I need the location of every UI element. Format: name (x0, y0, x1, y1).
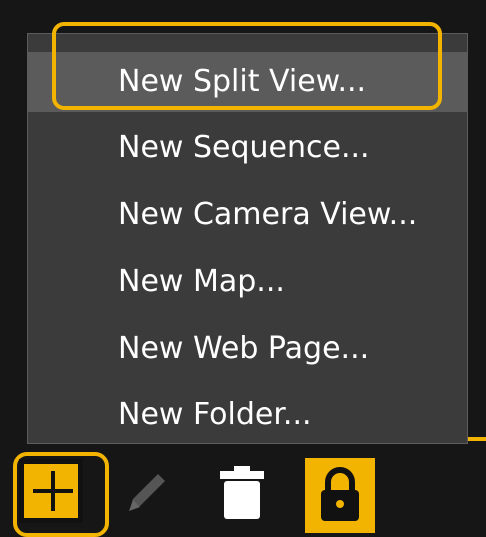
selection-highlight (52, 22, 442, 110)
menu-item-new-folder[interactable]: New Folder... (28, 385, 467, 445)
lock-button[interactable] (305, 458, 375, 533)
accent-line (468, 437, 486, 441)
edit-button[interactable] (115, 459, 179, 523)
delete-button[interactable] (210, 459, 274, 523)
menu-item-new-sequence[interactable]: New Sequence... (28, 118, 467, 178)
lock-icon (321, 467, 359, 521)
menu-item-new-map[interactable]: New Map... (28, 252, 467, 312)
toolbar (0, 445, 486, 537)
add-button[interactable] (19, 459, 83, 523)
trash-icon (220, 466, 264, 519)
menu-item-new-web-page[interactable]: New Web Page... (28, 319, 467, 379)
menu-item-new-camera-view[interactable]: New Camera View... (28, 185, 467, 245)
pencil-icon (129, 474, 165, 511)
